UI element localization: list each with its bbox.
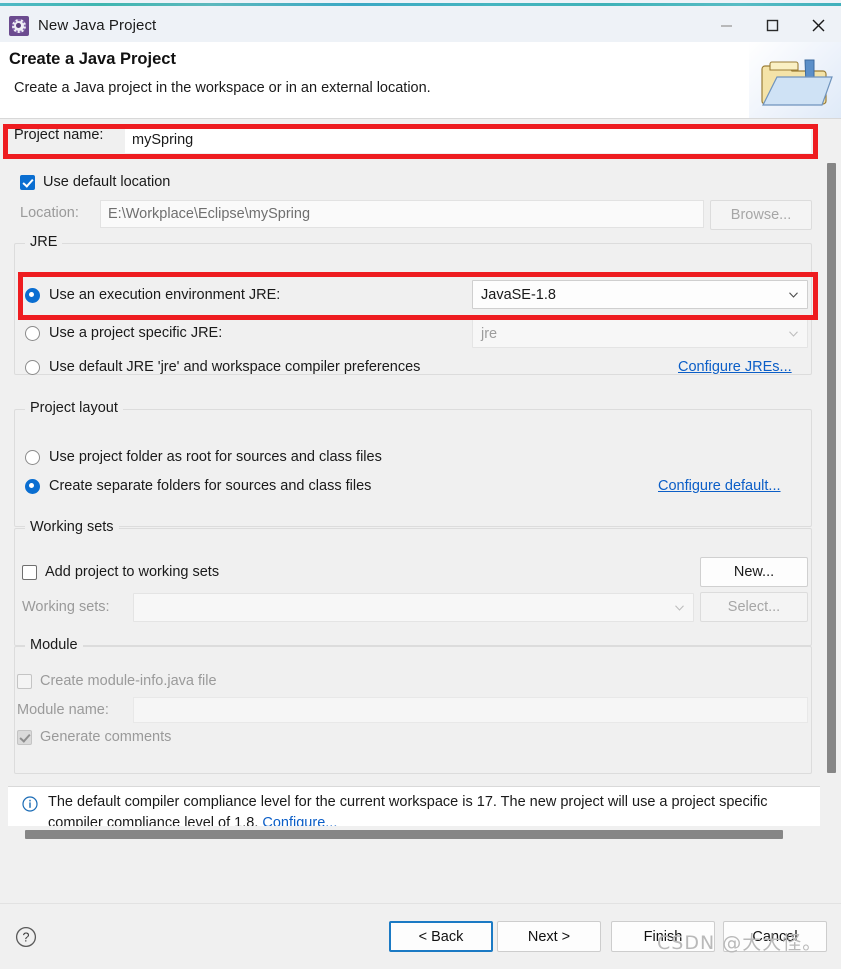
project-specific-jre-value: jre (481, 325, 498, 342)
chevron-down-icon (789, 330, 798, 337)
vertical-scrollbar-thumb[interactable] (827, 163, 836, 773)
layout-project-folder-option[interactable]: Use project folder as root for sources a… (25, 449, 382, 465)
layout-separate-folders-label: Create separate folders for sources and … (49, 478, 372, 494)
jre-execution-env-option[interactable]: Use an execution environment JRE: (25, 287, 280, 303)
module-name-input[interactable] (133, 697, 808, 723)
configure-default-link[interactable]: Configure default... (658, 478, 781, 494)
generate-comments-label: Generate comments (40, 729, 172, 745)
next-button[interactable]: Next > (497, 921, 601, 952)
use-default-location-row[interactable]: Use default location (20, 174, 170, 190)
working-sets-group-title: Working sets (25, 519, 119, 535)
location-row: Location: (20, 205, 79, 221)
module-name-row: Module name: (17, 702, 109, 718)
project-specific-jre-combo[interactable]: jre (472, 319, 808, 348)
create-module-info-checkbox[interactable] (17, 673, 32, 689)
page-title: Create a Java Project (9, 50, 176, 68)
back-button[interactable]: < Back (389, 921, 493, 952)
window-title: New Java Project (38, 17, 157, 34)
working-sets-group: Working sets (14, 519, 812, 646)
jre-group-title: JRE (25, 234, 63, 250)
generate-comments-checkbox[interactable] (17, 729, 32, 745)
add-to-working-sets-row[interactable]: Add project to working sets (22, 564, 219, 580)
finish-button[interactable]: Finish (611, 921, 715, 952)
page-description: Create a Java project in the workspace o… (14, 80, 431, 96)
jre-execution-env-label: Use an execution environment JRE: (49, 287, 281, 303)
use-default-location-checkbox[interactable] (20, 174, 35, 190)
create-module-info-row[interactable]: Create module-info.java file (17, 673, 217, 689)
working-sets-combo[interactable] (133, 593, 694, 622)
project-name-row: Project name: (14, 127, 103, 143)
horizontal-scrollbar[interactable] (8, 828, 820, 842)
location-label: Location: (20, 205, 79, 221)
use-default-location-label: Use default location (43, 174, 171, 190)
execution-env-combo[interactable]: JavaSE-1.8 (472, 280, 808, 309)
layout-separate-folders-option[interactable]: Create separate folders for sources and … (25, 478, 371, 494)
wizard-header: Create a Java Project Create a Java proj… (0, 42, 841, 119)
project-name-label: Project name: (14, 127, 104, 143)
help-question-icon[interactable]: ? (15, 926, 37, 952)
jre-default-radio[interactable] (25, 359, 40, 375)
select-working-set-button[interactable]: Select... (700, 592, 808, 622)
new-java-project-dialog: New Java Project Create a Java Project C… (0, 0, 841, 969)
layout-separate-folders-radio[interactable] (25, 478, 40, 494)
jre-default-option[interactable]: Use default JRE 'jre' and workspace comp… (25, 359, 420, 375)
working-sets-label: Working sets: (22, 599, 110, 615)
title-bar: New Java Project (0, 0, 841, 45)
chevron-down-icon (789, 291, 798, 298)
info-message-line1: The default compiler compliance level fo… (48, 794, 716, 810)
wizard-body: Project name: mySpring Use default locat… (0, 119, 841, 819)
new-working-set-button[interactable]: New... (700, 557, 808, 587)
header-banner (749, 42, 841, 118)
configure-jres-link[interactable]: Configure JREs... (678, 359, 792, 375)
close-button[interactable] (795, 6, 841, 45)
jre-project-specific-label: Use a project specific JRE: (49, 325, 223, 341)
module-name-label: Module name: (17, 702, 109, 718)
svg-text:?: ? (23, 931, 30, 945)
horizontal-scrollbar-thumb[interactable] (25, 830, 783, 839)
create-module-info-label: Create module-info.java file (40, 673, 217, 689)
layout-project-folder-radio[interactable] (25, 449, 40, 465)
jre-execution-env-radio[interactable] (25, 287, 40, 303)
configure-compliance-link[interactable]: Configure... (262, 815, 337, 826)
jre-project-specific-radio[interactable] (25, 325, 40, 341)
minimize-button[interactable] (703, 6, 749, 45)
cancel-button[interactable]: Cancel (723, 921, 827, 952)
working-sets-row: Working sets: (22, 599, 110, 615)
eclipse-wizard-icon (9, 15, 29, 36)
add-to-working-sets-label: Add project to working sets (45, 564, 220, 580)
project-layout-group: Project layout (14, 400, 812, 527)
project-name-input[interactable]: mySpring (125, 126, 811, 153)
browse-button[interactable]: Browse... (710, 200, 812, 230)
project-layout-group-title: Project layout (25, 400, 123, 416)
jre-group: JRE (14, 234, 812, 375)
add-to-working-sets-checkbox[interactable] (22, 564, 37, 580)
maximize-button[interactable] (749, 6, 795, 45)
module-group-title: Module (25, 637, 83, 653)
layout-project-folder-label: Use project folder as root for sources a… (49, 449, 382, 465)
chevron-down-icon (675, 604, 684, 611)
info-icon (22, 796, 38, 816)
java-project-folder-icon (759, 52, 835, 116)
generate-comments-row[interactable]: Generate comments (17, 729, 171, 745)
jre-project-specific-option[interactable]: Use a project specific JRE: (25, 325, 222, 341)
execution-env-value: JavaSE-1.8 (481, 286, 556, 303)
jre-default-label: Use default JRE 'jre' and workspace comp… (49, 359, 421, 375)
location-input[interactable]: E:\Workplace\Eclipse\mySpring (100, 200, 704, 228)
info-message-bar: The default compiler compliance level fo… (8, 786, 820, 826)
vertical-scrollbar[interactable] (825, 163, 837, 818)
info-message: The default compiler compliance level fo… (48, 792, 816, 826)
